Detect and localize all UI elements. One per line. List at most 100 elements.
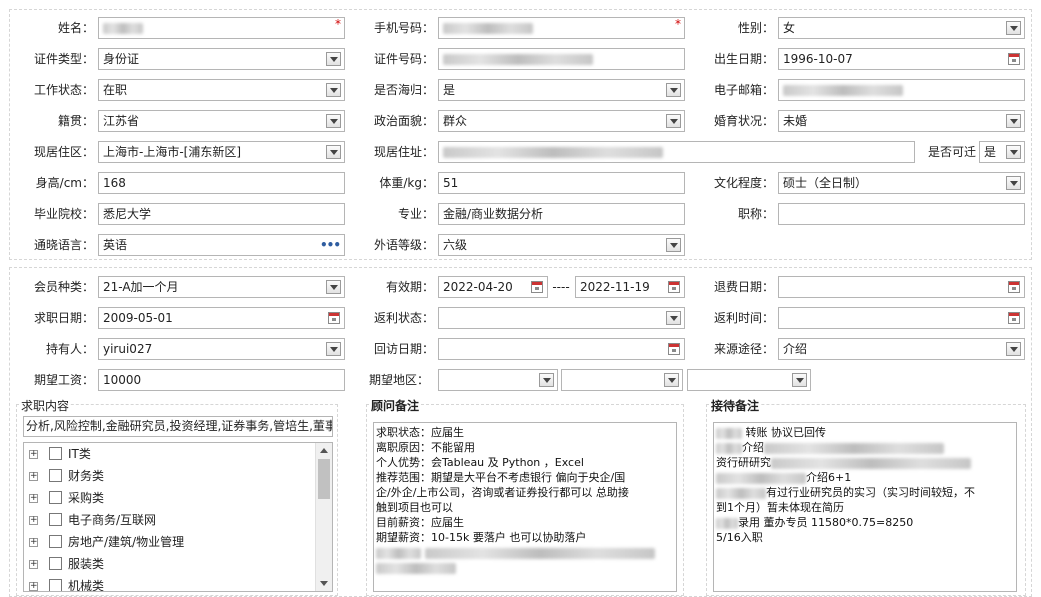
checkbox[interactable] [49,491,62,504]
calendar-icon[interactable] [668,343,680,355]
weight-field[interactable]: 51 [438,172,685,194]
name-label: 姓名： [57,21,94,35]
tree-item[interactable]: + 房地产/建筑/物业管理 [24,531,332,553]
dropdown-arrow-icon[interactable] [1006,114,1021,128]
valid-to-field[interactable]: 2022-11-19 [575,276,685,298]
calendar-icon[interactable] [1008,312,1020,324]
language-level-select[interactable]: 六级 [438,234,685,256]
expected-salary-field[interactable]: 10000 [98,369,345,391]
region-province-select[interactable] [438,369,558,391]
tree-scrollbar[interactable] [315,443,332,591]
dropdown-arrow-icon[interactable] [666,83,681,97]
holder-select[interactable]: yirui027 [98,338,345,360]
dropdown-arrow-icon[interactable] [1006,21,1021,35]
school-field[interactable]: 悉尼大学 [98,203,345,225]
reception-notes-textarea[interactable]: 转账 协议已回传 介绍 资行研研究 介绍6+1 有过行业研究员的实习（实习时间较… [713,422,1017,592]
dropdown-arrow-icon[interactable] [666,238,681,252]
tree-item[interactable]: + IT类 [24,443,332,465]
expand-icon[interactable]: + [29,560,38,569]
more-options-icon[interactable]: ••• [320,235,341,255]
advisor-notes-textarea[interactable]: 求职状态：应届生 离职原因：不能留用 个人优势：会Tableau 及 Pytho… [373,422,677,592]
dropdown-arrow-icon[interactable] [326,52,341,66]
checkbox[interactable] [49,447,62,460]
dropdown-arrow-icon[interactable] [326,145,341,159]
dropdown-arrow-icon[interactable] [539,373,554,387]
note-line: 目前薪资：应届生 [376,516,464,529]
dropdown-arrow-icon[interactable] [326,83,341,97]
dropdown-arrow-icon[interactable] [1006,145,1021,159]
advisor-notes-title: 顾问备注 [370,397,421,414]
tree-item[interactable]: + 电子商务/互联网 [24,509,332,531]
marital-select[interactable]: 未婚 [778,110,1025,132]
tree-item[interactable]: + 机械类 [24,575,332,591]
checkbox[interactable] [49,557,62,570]
dropdown-arrow-icon[interactable] [666,114,681,128]
professional-title-field[interactable] [778,203,1025,225]
calendar-icon[interactable] [531,281,543,293]
checkbox[interactable] [49,469,62,482]
dropdown-arrow-icon[interactable] [1006,342,1021,356]
expand-icon[interactable]: + [29,538,38,547]
name-field[interactable]: * [98,17,345,39]
checkbox[interactable] [49,579,62,591]
scroll-thumb[interactable] [318,459,330,499]
residence-area-select[interactable]: 上海市-上海市-[浦东新区] [98,141,345,163]
region-district-select[interactable] [687,369,811,391]
dropdown-arrow-icon[interactable] [326,280,341,294]
scroll-up-icon[interactable] [320,448,328,453]
major-field[interactable]: 金融/商业数据分析 [438,203,685,225]
job-category-tree[interactable]: + IT类 + 财务类 + 采购类 + 电子商务/互联网 + 房地产/建筑/物业管理 + 服… [23,442,333,592]
expand-icon[interactable]: + [29,516,38,525]
job-content-summary-field[interactable]: 分析,风险控制,金融研究员,投资经理,证券事务,管培生,董事 [23,416,333,437]
dropdown-arrow-icon[interactable] [326,114,341,128]
dropdown-arrow-icon[interactable] [326,342,341,356]
checkbox[interactable] [49,535,62,548]
residence-address-field[interactable] [438,141,915,163]
visit-date-field[interactable] [438,338,685,360]
expand-icon[interactable]: + [29,472,38,481]
origin-select[interactable]: 江苏省 [98,110,345,132]
height-field[interactable]: 168 [98,172,345,194]
source-select[interactable]: 介绍 [778,338,1025,360]
apply-date-field[interactable]: 2009-05-01 [98,307,345,329]
tree-item[interactable]: + 财务类 [24,465,332,487]
calendar-icon[interactable] [1008,281,1020,293]
language-value: 英语 [103,238,128,252]
member-type-select[interactable]: 21-A加一个月 [98,276,345,298]
id-number-field[interactable] [438,48,685,70]
birth-date-field[interactable]: 1996-10-07 [778,48,1025,70]
expand-icon[interactable]: + [29,582,38,591]
expand-icon[interactable]: + [29,450,38,459]
calendar-icon[interactable] [1008,53,1020,65]
tree-item[interactable]: + 采购类 [24,487,332,509]
checkbox[interactable] [49,513,62,526]
dropdown-arrow-icon[interactable] [666,311,681,325]
residence-address-label: 现居住址： [373,145,434,159]
email-field[interactable] [778,79,1025,101]
education-select[interactable]: 硕士（全日制） [778,172,1025,194]
rebate-time-field[interactable] [778,307,1025,329]
work-status-select[interactable]: 在职 [98,79,345,101]
political-select[interactable]: 群众 [438,110,685,132]
id-type-select[interactable]: 身份证 [98,48,345,70]
dropdown-arrow-icon[interactable] [792,373,807,387]
region-city-select[interactable] [561,369,683,391]
marital-label: 婚育状况： [713,114,774,128]
language-field[interactable]: 英语 ••• [98,234,345,256]
refund-date-field[interactable] [778,276,1025,298]
overseas-select[interactable]: 是 [438,79,685,101]
calendar-icon[interactable] [328,312,340,324]
note-line: 介绍 [716,440,1014,455]
tree-item[interactable]: + 服装类 [24,553,332,575]
phone-field[interactable]: * [438,17,685,39]
valid-from-field[interactable]: 2022-04-20 [438,276,548,298]
expand-icon[interactable]: + [29,494,38,503]
dropdown-arrow-icon[interactable] [1006,176,1021,190]
scroll-down-icon[interactable] [320,581,328,586]
dropdown-arrow-icon[interactable] [664,373,679,387]
tree-item-label: 房地产/建筑/物业管理 [68,535,185,549]
calendar-icon[interactable] [668,281,680,293]
relocate-select[interactable]: 是 [979,141,1025,163]
gender-select[interactable]: 女 [778,17,1025,39]
rebate-status-select[interactable] [438,307,685,329]
